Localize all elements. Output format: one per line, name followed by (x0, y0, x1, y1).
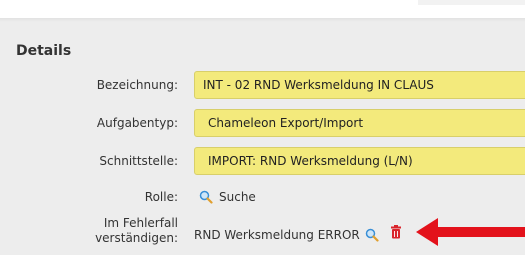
fehlerfall-label-line2: verständigen: (95, 231, 178, 245)
aufgabentyp-label: Aufgabentyp: (96, 116, 178, 130)
search-icon[interactable] (365, 228, 379, 242)
aufgabentyp-field[interactable]: Chameleon Export/Import (194, 109, 525, 137)
section-title: Details (16, 43, 72, 59)
schnittstelle-field[interactable]: IMPORT: RND Werksmeldung (L/N) (194, 147, 525, 175)
bezeichnung-label: Bezeichnung: (96, 78, 178, 92)
search-icon (199, 190, 213, 204)
top-bar-shadow (0, 18, 525, 22)
schnittstelle-label: Schnittstelle: (99, 154, 178, 168)
trash-icon[interactable] (390, 225, 402, 239)
rolle-search-label: Suche (219, 190, 256, 204)
row-rolle: Rolle: Suche (0, 190, 525, 206)
rolle-search-button[interactable]: Suche (199, 190, 256, 204)
fehlerfall-value: RND Werksmeldung ERROR (194, 228, 360, 242)
bezeichnung-field[interactable]: INT - 02 RND Werksmeldung IN CLAUS (194, 71, 525, 99)
annotation-arrow-icon (416, 218, 525, 246)
top-bar-panel (418, 0, 525, 5)
rolle-label: Rolle: (144, 190, 178, 204)
fehlerfall-label-line1: Im Fehlerfall (103, 216, 178, 230)
